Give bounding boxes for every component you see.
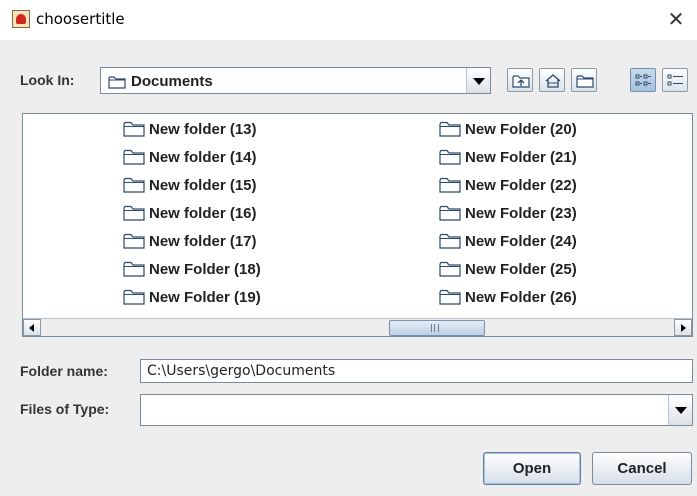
- folder-icon: [123, 177, 145, 193]
- scroll-right-button[interactable]: [674, 319, 692, 336]
- file-list[interactable]: New folder (13) New folder (14) New folder…: [22, 113, 693, 337]
- folder-icon: [439, 205, 461, 221]
- folder-name-label: Folder name:: [20, 363, 108, 379]
- scrollbar-thumb[interactable]: [389, 320, 485, 336]
- look-in-value: Documents: [131, 73, 213, 90]
- folder-entry-label: New folder (14): [149, 149, 257, 166]
- files-of-type-combo[interactable]: [140, 394, 693, 426]
- details-view-button[interactable]: [662, 68, 688, 92]
- files-of-type-label: Files of Type:: [20, 401, 110, 417]
- folder-entry-label: New Folder (20): [465, 121, 577, 138]
- folder-icon: [123, 233, 145, 249]
- folder-entry-label: New Folder (26): [465, 289, 577, 306]
- folder-up-icon: [512, 75, 530, 88]
- file-chooser-panel: Look In: Documents New folder (13) New f…: [0, 40, 697, 496]
- open-button[interactable]: Open: [483, 452, 581, 485]
- folder-icon: [123, 121, 145, 137]
- title-bar: choosertitle ✕: [0, 0, 697, 40]
- folder-entry-label: New folder (15): [149, 177, 257, 194]
- home-icon: [545, 74, 561, 88]
- files-of-type-dropdown-arrow[interactable]: [668, 395, 692, 425]
- list-view-icon: [635, 74, 651, 86]
- folder-entry-label: New Folder (18): [149, 261, 261, 278]
- close-button[interactable]: ✕: [663, 6, 689, 32]
- folder-name-input[interactable]: [140, 359, 693, 383]
- up-one-level-button[interactable]: [507, 68, 533, 92]
- folder-entry-label: New Folder (19): [149, 289, 261, 306]
- new-folder-icon: [576, 75, 594, 88]
- new-folder-button[interactable]: [571, 68, 597, 92]
- home-button[interactable]: [539, 68, 565, 92]
- folder-icon: [108, 76, 126, 89]
- folder-entry-label: New Folder (23): [465, 205, 577, 222]
- folder-entry-label: New folder (13): [149, 121, 257, 138]
- look-in-label: Look In:: [20, 72, 75, 88]
- folder-icon: [123, 289, 145, 305]
- cancel-button[interactable]: Cancel: [592, 452, 692, 485]
- details-view-icon: [667, 74, 683, 86]
- horizontal-scrollbar[interactable]: [23, 318, 692, 336]
- folder-icon: [439, 233, 461, 249]
- folder-icon: [439, 289, 461, 305]
- folder-entry-label: New Folder (21): [465, 149, 577, 166]
- folder-icon: [123, 205, 145, 221]
- window-title: choosertitle: [36, 10, 125, 28]
- folder-icon: [123, 261, 145, 277]
- folder-icon: [123, 149, 145, 165]
- folder-icon: [439, 149, 461, 165]
- folder-icon: [439, 121, 461, 137]
- look-in-dropdown-arrow[interactable]: [466, 68, 490, 93]
- folder-entry-label: New Folder (25): [465, 261, 577, 278]
- look-in-combo[interactable]: Documents: [100, 67, 491, 94]
- folder-entry-label: New folder (17): [149, 233, 257, 250]
- java-cup-icon: [12, 10, 30, 28]
- folder-icon: [439, 261, 461, 277]
- folder-entry-label: New Folder (24): [465, 233, 577, 250]
- list-view-button[interactable]: [630, 68, 656, 92]
- folder-entry-label: New folder (16): [149, 205, 257, 222]
- folder-icon: [439, 177, 461, 193]
- folder-entry-label: New Folder (22): [465, 177, 577, 194]
- scroll-left-button[interactable]: [23, 319, 41, 336]
